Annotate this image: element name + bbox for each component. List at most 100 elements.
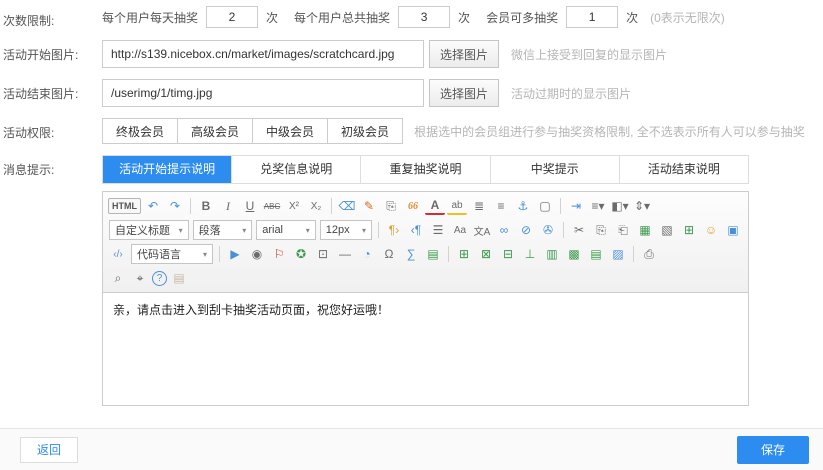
print-icon[interactable]: ⎙ [639,244,659,264]
background-icon[interactable]: ▨ [608,244,628,264]
map-icon[interactable]: ⚐ [269,244,289,264]
translate-icon[interactable]: 文A [472,220,492,240]
select-all-icon[interactable]: ▦ [635,220,655,240]
member-option-senior[interactable]: 高级会员 [177,118,253,144]
insert-image-icon[interactable]: ▣ [723,220,743,240]
start-image-hint: 微信上接受到回复的显示图片 [511,46,667,63]
anchor-icon[interactable]: ⚓ [513,196,533,216]
table-title-icon[interactable]: ▤ [586,244,606,264]
date-time-icon[interactable]: ◔ [357,244,377,264]
subscript-icon[interactable]: X₂ [306,196,326,216]
custom-title-select[interactable]: 自定义标题▾ [109,220,189,240]
start-image-pick-button[interactable]: 选择图片 [429,40,499,68]
superscript-icon[interactable]: X² [284,196,304,216]
member-extra-draw-input[interactable] [566,6,618,28]
unordered-list-icon[interactable]: ≡ [491,196,511,216]
limit-row: 次数限制: 每个用户每天抽奖 次 每个用户总共抽奖 次 会员可多抽奖 次 (0表… [0,6,823,29]
emotion-icon[interactable]: ☺ [701,220,721,240]
save-button[interactable]: 保存 [737,436,809,464]
tab-win-tip[interactable]: 中奖提示 [491,156,620,183]
tab-activity-end[interactable]: 活动结束说明 [620,156,748,183]
underline-icon[interactable]: U [240,196,260,216]
link-icon[interactable]: ∞ [494,220,514,240]
code-block-icon[interactable]: ‹/› [108,244,128,264]
start-image-url-input[interactable] [102,40,424,68]
screenshot-icon[interactable]: ◉ [247,244,267,264]
merge-cells-icon[interactable]: ▥ [542,244,562,264]
paragraph-select[interactable]: 段落▾ [193,220,253,240]
back-button[interactable]: 返回 [20,437,78,463]
col-insert-icon[interactable]: ⊥ [520,244,540,264]
font-family-select[interactable]: arial▾ [256,220,316,240]
member-option-middle[interactable]: 中级会员 [252,118,328,144]
strikethrough-icon[interactable]: ABC [262,196,282,216]
daily-draw-unit: 次 [266,9,278,26]
ordered-list-icon[interactable]: ≣ [469,196,489,216]
horizontal-rule-icon[interactable]: — [335,244,355,264]
total-draw-input[interactable] [398,6,450,28]
attachment-icon[interactable]: ✇ [538,220,558,240]
table-icon[interactable]: ⊞ [679,220,699,240]
table-delete-icon[interactable]: ⊠ [476,244,496,264]
editor-toolbar: HTML↶↷BIUABCX²X₂⌫✎⎘66Aab≣≡⚓▢⇥≡▾◧▾⇕▾ 自定义标… [103,192,748,293]
blockquote-icon[interactable]: 66 [403,196,423,216]
paste-special-icon[interactable]: ⎗ [613,220,633,240]
line-height-icon[interactable]: ⇕▾ [632,196,652,216]
permission-row-content: 终极会员 高级会员 中级会员 初级会员 根据选中的会员组进行参与抽奖资格限制, … [102,118,805,144]
rich-text-editor: HTML↶↷BIUABCX²X₂⌫✎⎘66Aab≣≡⚓▢⇥≡▾◧▾⇕▾ 自定义标… [102,191,749,406]
tab-repeat-draw[interactable]: 重复抽奖说明 [361,156,490,183]
unlink-icon[interactable]: ⊘ [516,220,536,240]
font-size-select[interactable]: 12px▾ [320,220,372,240]
bold-icon[interactable]: B [196,196,216,216]
undo-icon[interactable]: ↶ [143,196,163,216]
tab-redeem-info[interactable]: 兑奖信息说明 [232,156,361,183]
redo-icon[interactable]: ↷ [165,196,185,216]
end-image-content: 选择图片 活动过期时的显示图片 [102,79,631,107]
split-cells-icon[interactable]: ▩ [564,244,584,264]
editor-content[interactable]: 亲，请点击进入到刮卡抽奖活动页面，祝您好运哦！ [103,293,748,405]
member-extra-draw-label: 会员可多抽奖 [486,9,558,26]
chevron-down-icon: ▾ [179,226,183,235]
cut-icon[interactable]: ✂ [569,220,589,240]
table-insert-icon[interactable]: ⊞ [454,244,474,264]
copy-icon[interactable]: ⎘ [591,220,611,240]
entering-rtl-icon[interactable]: ‹¶ [406,220,426,240]
iframe-icon[interactable]: ⊡ [313,244,333,264]
spreadsheet-icon[interactable]: ▤ [423,244,443,264]
entering-ltr-icon[interactable]: ¶› [384,220,404,240]
font-color-icon[interactable]: A [425,197,445,215]
member-option-junior[interactable]: 初级会员 [327,118,403,144]
end-image-label: 活动结束图片: [0,79,102,102]
format-brush-icon[interactable]: ✎ [359,196,379,216]
help-icon[interactable]: ? [152,271,167,286]
paste-icon[interactable]: ⎘ [381,196,401,216]
member-extra-draw-unit: 次 [626,9,638,26]
font-family-select-label: arial [262,224,283,236]
google-map-icon[interactable]: ✪ [291,244,311,264]
end-image-pick-button[interactable]: 选择图片 [429,79,499,107]
italic-icon[interactable]: I [218,196,238,216]
end-image-url-input[interactable] [102,79,424,107]
new-page-icon[interactable]: ▢ [535,196,555,216]
video-icon[interactable]: ▶ [225,244,245,264]
eraser-icon[interactable]: ⌫ [337,196,357,216]
daily-draw-input[interactable] [206,6,258,28]
special-char-icon[interactable]: Ω [379,244,399,264]
align-icon[interactable]: ≡▾ [588,196,608,216]
indent-icon[interactable]: ⇥ [566,196,586,216]
find-replace-icon[interactable]: ⌖ [130,268,150,288]
formula-icon[interactable]: ∑ [401,244,421,264]
highlight-color-icon[interactable]: ab [447,197,467,215]
float-icon[interactable]: ◧▾ [610,196,630,216]
code-language-select[interactable]: 代码语言▾ [131,244,213,264]
clear-doc-icon[interactable]: ▧ [657,220,677,240]
word-case-icon[interactable]: Aa [450,220,470,240]
draft-icon[interactable]: ▤ [169,268,189,288]
start-image-label: 活动开始图片: [0,40,102,63]
source-code-button[interactable]: HTML [108,198,141,214]
paragraph-list-icon[interactable]: ☰ [428,220,448,240]
tab-activity-start-tip[interactable]: 活动开始提示说明 [103,156,232,183]
row-insert-icon[interactable]: ⊟ [498,244,518,264]
search-icon[interactable]: ⌕ [108,268,128,288]
member-option-ultimate[interactable]: 终极会员 [102,118,178,144]
